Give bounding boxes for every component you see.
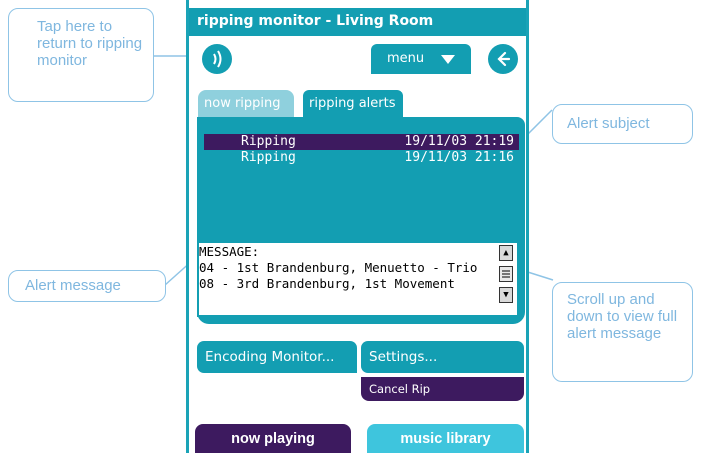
alert-row-selected[interactable]: Ripping 19/11/03 21:19 — [204, 134, 519, 150]
caret-down-icon — [441, 55, 455, 64]
scroll-thumb[interactable] — [499, 266, 513, 282]
alert-date: 19/11/03 21:16 — [404, 150, 514, 165]
message-scrollbar[interactable]: ▲ ▼ — [499, 245, 513, 307]
scroll-up-icon[interactable]: ▲ — [499, 245, 513, 261]
message-line: MESSAGE: — [199, 244, 260, 259]
alert-subject: Ripping — [241, 150, 296, 165]
alert-list: Ripping 19/11/03 21:19 Ripping 19/11/03 … — [204, 134, 519, 244]
speaker-glyph — [213, 50, 222, 68]
alert-subject: Ripping — [241, 134, 296, 149]
back-arrow-glyph — [497, 51, 511, 67]
alerts-panel: Ripping 19/11/03 21:19 Ripping 19/11/03 … — [197, 117, 525, 324]
menu-button[interactable]: menu — [371, 44, 471, 74]
settings-button[interactable]: Settings... — [361, 341, 524, 373]
encoding-monitor-button[interactable]: Encoding Monitor... — [197, 341, 357, 373]
callout-alert-message: Alert message — [8, 270, 166, 302]
callout-scroll: Scroll up and down to view full alert me… — [552, 282, 693, 382]
alert-row[interactable]: Ripping 19/11/03 21:16 — [204, 150, 519, 166]
toolbar — [189, 36, 526, 80]
speaker-icon[interactable] — [202, 44, 232, 74]
annotated-screenshot: Tap here to return to ripping monitor Al… — [0, 0, 703, 453]
alert-date: 19/11/03 21:19 — [404, 134, 514, 149]
callout-alert-subject: Alert subject — [552, 104, 693, 144]
back-arrow-icon[interactable] — [488, 44, 518, 74]
menu-label: menu — [387, 51, 425, 66]
tab-now-ripping[interactable]: now ripping — [198, 90, 294, 118]
tab-ripping-alerts[interactable]: ripping alerts — [301, 88, 405, 118]
message-line: 08 - 3rd Brandenburg, 1st Movement — [199, 276, 455, 291]
nav-now-playing[interactable]: now playing — [195, 424, 351, 453]
callout-return: Tap here to return to ripping monitor — [8, 8, 154, 102]
cancel-rip-button[interactable]: Cancel Rip — [361, 377, 524, 401]
message-line: 04 - 1st Brandenburg, Menuetto - Trio — [199, 260, 478, 275]
alert-message-box[interactable]: MESSAGE: 04 - 1st Brandenburg, Menuetto … — [197, 241, 519, 317]
nav-music-library[interactable]: music library — [367, 424, 524, 453]
device-screen: ripping monitor - Living Room menu now r… — [186, 0, 529, 453]
window-title: ripping monitor - Living Room — [189, 8, 526, 36]
grip-icon — [502, 270, 510, 278]
scroll-down-icon[interactable]: ▼ — [499, 287, 513, 303]
bottom-nav: now playing music library — [189, 424, 526, 453]
